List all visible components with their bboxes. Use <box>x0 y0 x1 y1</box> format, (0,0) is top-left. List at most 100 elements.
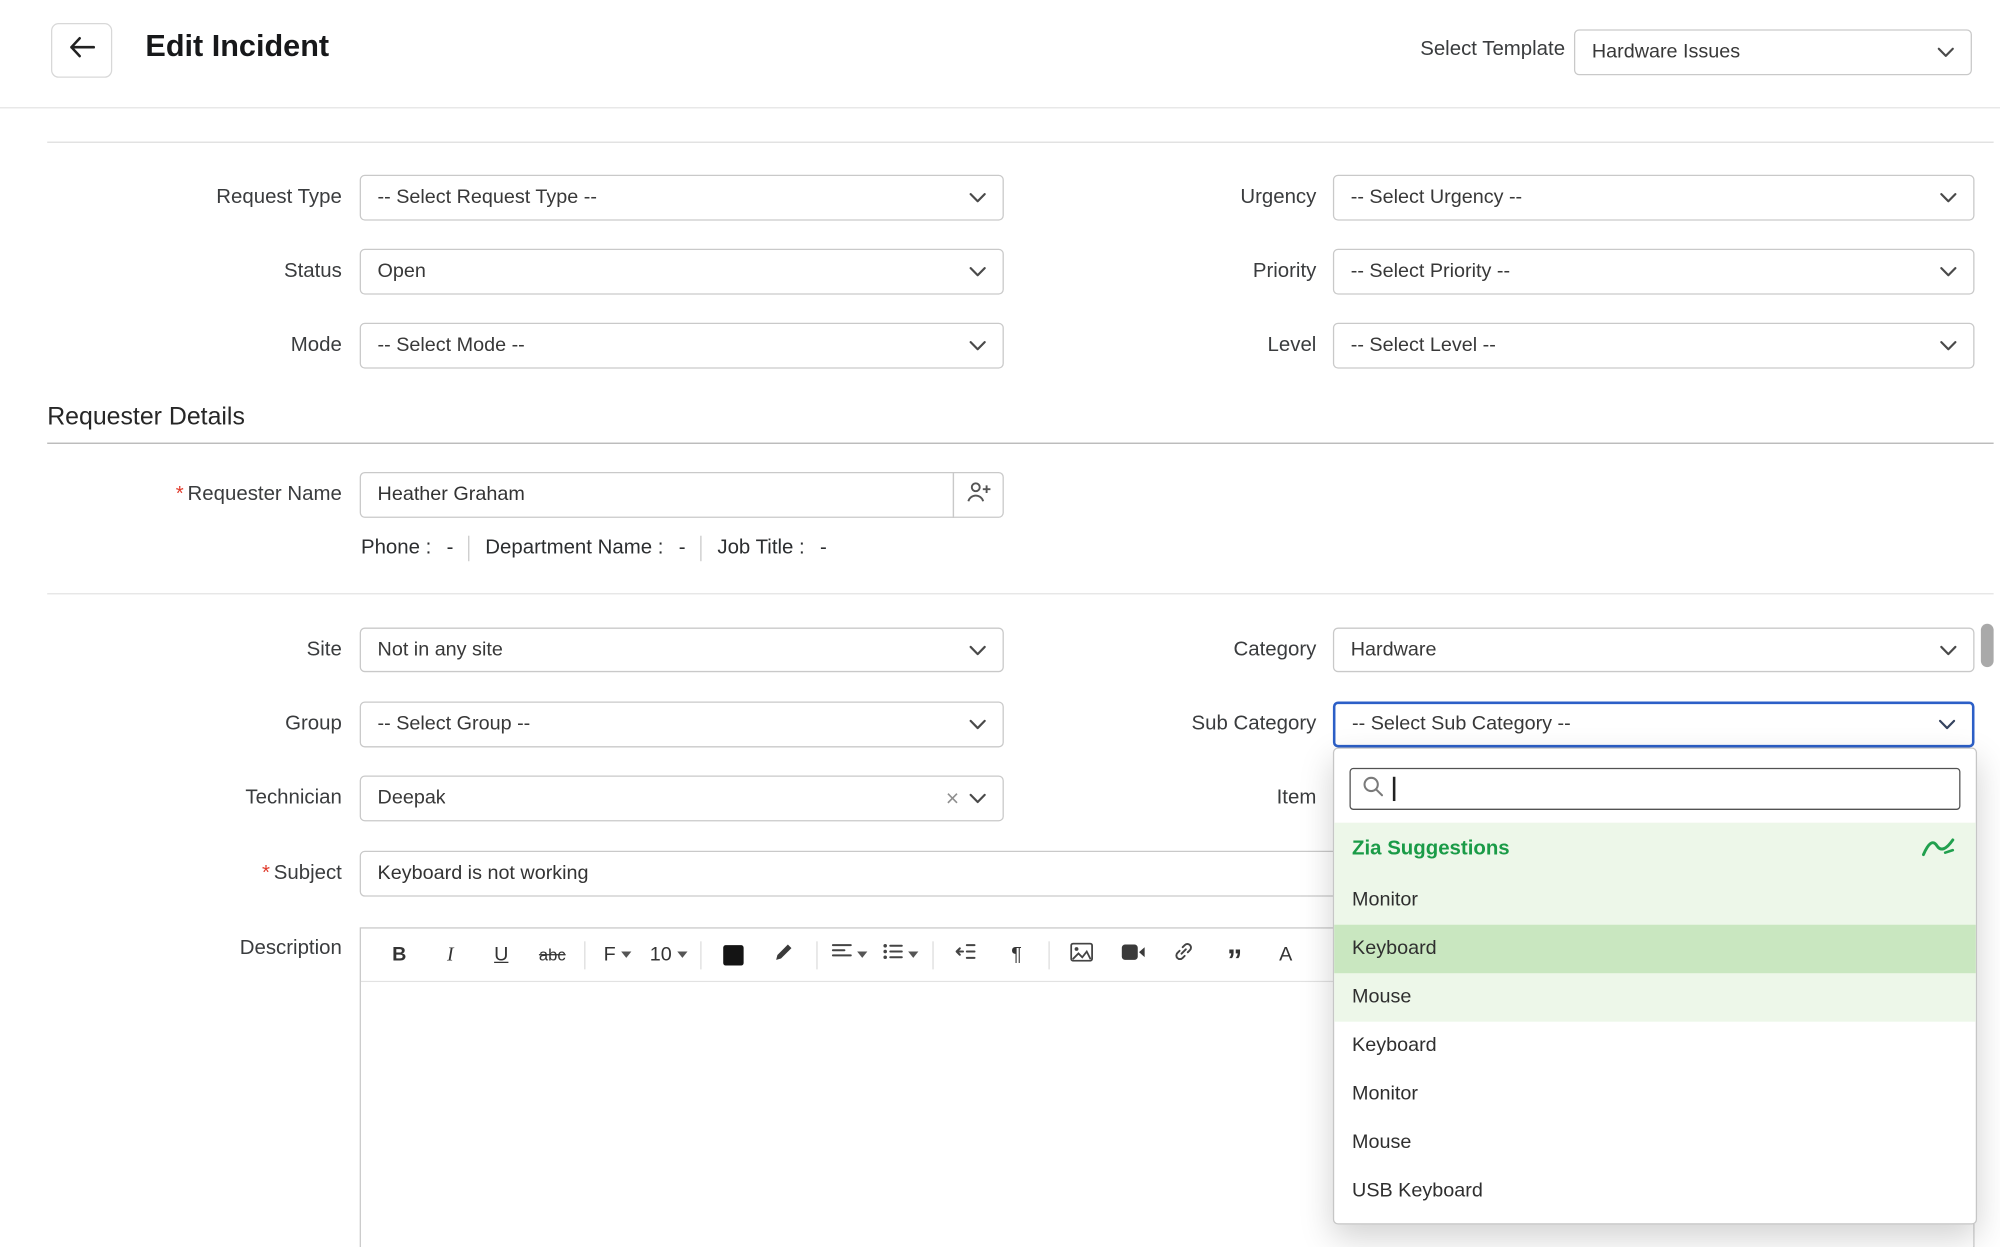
edit-incident-screen: Edit Incident Select Template Hardware I… <box>0 0 2000 1247</box>
dropdown-arrow-icon <box>857 952 867 958</box>
font-size-button[interactable]: 10 <box>643 936 694 974</box>
site-label: Site <box>26 628 342 673</box>
toolbar-separator <box>1048 941 1049 969</box>
toolbar-separator <box>932 941 933 969</box>
dropdown-arrow-icon <box>908 952 918 958</box>
chevron-down-icon <box>1930 193 1957 203</box>
toolbar-separator <box>584 941 585 969</box>
sub-category-option[interactable]: Monitor <box>1334 1070 1976 1118</box>
zia-suggestion-item[interactable]: Mouse <box>1334 973 1976 1021</box>
link-icon <box>1173 941 1193 968</box>
level-label: Level <box>1036 323 1317 369</box>
technician-label: Technician <box>26 776 342 822</box>
toolbar-separator <box>816 941 817 969</box>
phone-label: Phone : <box>361 537 431 560</box>
zia-logo-icon <box>1921 834 1955 865</box>
site-select[interactable]: Not in any site <box>360 628 1004 673</box>
template-select[interactable]: Hardware Issues <box>1574 29 1972 75</box>
level-select[interactable]: -- Select Level -- <box>1333 323 1975 369</box>
add-requester-button[interactable] <box>953 472 1004 518</box>
pen-icon <box>774 941 794 968</box>
outdent-icon <box>955 943 975 967</box>
background-color-button[interactable] <box>708 936 759 974</box>
header-divider <box>0 107 2000 108</box>
chevron-down-icon <box>959 193 986 203</box>
zia-suggestions-title: Zia Suggestions <box>1352 838 1921 861</box>
sub-category-label: Sub Category <box>1036 702 1317 748</box>
insert-video-button[interactable] <box>1107 936 1158 974</box>
requester-details-heading: Requester Details <box>47 403 245 432</box>
align-button[interactable] <box>824 936 875 974</box>
group-select[interactable]: -- Select Group -- <box>360 702 1004 748</box>
insert-link-button[interactable] <box>1158 936 1209 974</box>
bold-button[interactable]: B <box>374 936 425 974</box>
department-value: - <box>679 537 686 560</box>
requester-name-label: *Requester Name <box>26 472 342 518</box>
dropdown-search-box[interactable] <box>1349 768 1960 810</box>
subject-label: *Subject <box>26 851 342 897</box>
sub-category-search-input[interactable] <box>1395 778 1948 800</box>
sub-category-option[interactable]: Mouse <box>1334 1119 1976 1167</box>
underline-button[interactable]: U <box>476 936 527 974</box>
phone-value: - <box>447 537 454 560</box>
clear-technician-icon[interactable]: × <box>946 787 959 810</box>
category-label: Category <box>1036 628 1317 673</box>
sub-category-dropdown-panel: Zia Suggestions Monitor Keyboard Mouse K… <box>1333 747 1977 1224</box>
scrollbar-thumb[interactable] <box>1981 624 1994 667</box>
list-button[interactable] <box>875 936 926 974</box>
outdent-button[interactable] <box>940 936 991 974</box>
dropdown-arrow-icon <box>677 952 687 958</box>
chevron-down-icon <box>959 793 986 803</box>
job-title-label: Job Title : <box>717 537 804 560</box>
priority-select[interactable]: -- Select Priority -- <box>1333 249 1975 295</box>
chevron-down-icon <box>959 341 986 351</box>
chevron-down-icon <box>1930 645 1957 655</box>
font-family-button[interactable]: F <box>592 936 643 974</box>
job-title-value: - <box>820 537 827 560</box>
blockquote-button[interactable]: ” <box>1209 936 1260 974</box>
request-type-label: Request Type <box>26 175 342 221</box>
urgency-select[interactable]: -- Select Urgency -- <box>1333 175 1975 221</box>
text-tool-button[interactable]: A <box>1260 936 1311 974</box>
paragraph-direction-button[interactable]: ¶ <box>991 936 1042 974</box>
mid-divider <box>47 593 1993 594</box>
urgency-label: Urgency <box>1036 175 1317 221</box>
requester-section-divider <box>47 443 1993 444</box>
align-left-icon <box>832 943 852 967</box>
add-user-icon <box>965 481 992 509</box>
required-asterisk: * <box>176 483 184 505</box>
insert-image-button[interactable] <box>1056 936 1107 974</box>
chevron-down-icon <box>1930 341 1957 351</box>
sub-category-select[interactable]: -- Select Sub Category -- <box>1333 702 1975 748</box>
status-select[interactable]: Open <box>360 249 1004 295</box>
requester-meta: Phone : - Department Name : - Job Title … <box>361 531 827 567</box>
chevron-down-icon <box>959 267 986 277</box>
meta-separator <box>701 536 702 562</box>
image-icon <box>1070 942 1093 968</box>
zia-suggestion-item-highlighted[interactable]: Keyboard <box>1334 925 1976 973</box>
strikethrough-button[interactable]: abc <box>527 936 578 974</box>
color-swatch-icon <box>723 945 743 965</box>
video-camera-icon <box>1121 943 1145 966</box>
chevron-down-icon <box>1929 719 1956 729</box>
page-title: Edit Incident <box>145 29 329 65</box>
toolbar-separator <box>700 941 701 969</box>
italic-button[interactable]: I <box>425 936 476 974</box>
chevron-down-icon <box>1930 267 1957 277</box>
mode-select[interactable]: -- Select Mode -- <box>360 323 1004 369</box>
chevron-down-icon <box>959 719 986 729</box>
category-select[interactable]: Hardware <box>1333 628 1975 673</box>
request-type-select[interactable]: -- Select Request Type -- <box>360 175 1004 221</box>
highlight-pen-button[interactable] <box>759 936 810 974</box>
select-template-label: Select Template <box>1276 38 1566 61</box>
sub-category-option[interactable]: Keyboard <box>1334 1022 1976 1070</box>
requester-name-input[interactable] <box>360 472 954 518</box>
back-button[interactable] <box>51 23 112 78</box>
zia-suggestions-section: Zia Suggestions Monitor Keyboard Mouse <box>1334 823 1976 1022</box>
sub-category-option[interactable]: USB Keyboard <box>1334 1167 1976 1215</box>
meta-separator <box>469 536 470 562</box>
item-label: Item <box>1036 776 1317 822</box>
technician-select[interactable]: Deepak × <box>360 776 1004 822</box>
zia-suggestion-item[interactable]: Monitor <box>1334 876 1976 924</box>
description-label: Description <box>26 927 342 970</box>
